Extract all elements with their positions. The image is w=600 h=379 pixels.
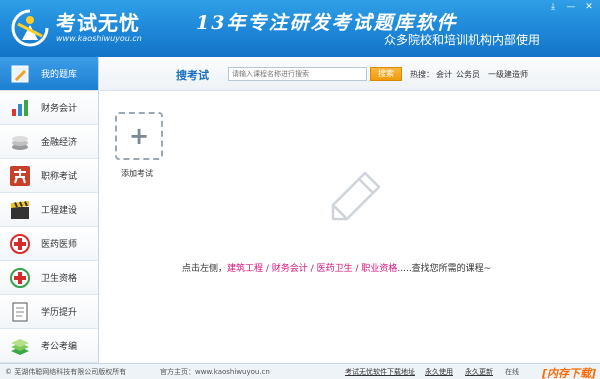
search-button[interactable]: 搜索 (370, 67, 402, 81)
sidebar-item-civil-service[interactable]: 考公考编 (0, 329, 98, 363)
sidebar-item-label: 医药医师 (41, 240, 78, 250)
official-site[interactable]: 官方主页：www.kaoshiwuyou.cn (160, 367, 270, 377)
hint-link-construction[interactable]: 建筑工程 (227, 264, 263, 274)
hint-suffix: .....查找您所需的课程~ (397, 264, 492, 274)
logo: 考试无忧 www.kaoshiwuyou.cn (8, 6, 142, 50)
sidebar-item-health[interactable]: 卫生资格 (0, 261, 98, 295)
hot-link-constructor[interactable]: 一级建造师 (488, 69, 528, 80)
coins-icon (7, 129, 33, 155)
download-icon[interactable]: ⤓ (548, 2, 558, 12)
sub-slogan: 众多院校和培训机构内部使用 (383, 33, 540, 47)
copyright-text: © 芜湖伟聪网络科技有限公司版权所有 (5, 368, 127, 376)
hot-link-civil-servant[interactable]: 公务员 (456, 69, 480, 80)
hint-prefix: 点击左侧， (182, 264, 228, 274)
plus-icon: + (128, 122, 150, 150)
sidebar-item-engineering[interactable]: 工程建设 (0, 193, 98, 227)
sidebar-item-label: 金融经济 (41, 138, 78, 148)
download-link[interactable]: 考试无忧软件下载地址 (345, 367, 415, 377)
logo-mark-icon (8, 6, 52, 50)
permanent-use-link[interactable]: 永久使用 (425, 367, 453, 377)
sidebar-item-label: 学历提升 (41, 308, 78, 318)
sidebar-item-title-exam[interactable]: 职称考试 (0, 159, 98, 193)
sidebar-item-label: 财务会计 (41, 104, 78, 114)
sidebar-item-accounting[interactable]: 财务会计 (0, 91, 98, 125)
hot-link-accounting[interactable]: 会计 (436, 69, 452, 80)
sidebar-item-label: 卫生资格 (41, 274, 78, 284)
kao-icon (7, 163, 33, 189)
search-input[interactable] (228, 67, 367, 81)
add-exam-label: 添加考试 (121, 169, 153, 178)
books-icon (7, 333, 33, 359)
hint-link-medicine[interactable]: 医药卫生 (317, 264, 353, 274)
medical-cross-icon (7, 231, 33, 257)
pen-icon (7, 61, 33, 87)
hint-link-accounting[interactable]: 财务会计 (272, 264, 308, 274)
sidebar: 我的题库 财务会计 金融经济 职称考试 工程建设 医药医师 卫生资格 学历提升 … (0, 57, 99, 363)
pencil-illustration-icon (331, 171, 381, 221)
sidebar-item-finance[interactable]: 金融经济 (0, 125, 98, 159)
add-exam-button[interactable]: + (115, 112, 163, 160)
app-url: www.kaoshiwuyou.cn (56, 34, 142, 43)
empty-hint: 点击左侧，建筑工程 / 财务会计 / 医药卫生 / 职业资格.....查找您所需… (182, 261, 491, 274)
permanent-update-link[interactable]: 永久更新 (465, 367, 493, 377)
sidebar-item-label: 工程建设 (41, 206, 78, 216)
hint-separator: / (263, 264, 272, 274)
sidebar-item-education[interactable]: 学历提升 (0, 295, 98, 329)
health-cross-icon (7, 265, 33, 291)
sidebar-item-label: 我的题库 (41, 70, 78, 80)
window-controls: ⤓ — ✕ (548, 2, 594, 12)
main-content: + 添加考试 点击左侧，建筑工程 / 财务会计 / 医药卫生 / 职业资格...… (100, 92, 600, 363)
minimize-icon[interactable]: — (566, 2, 576, 12)
clapper-icon (7, 197, 33, 223)
app-window: 考试无忧 www.kaoshiwuyou.cn 13年专注研发考试题库软件 众多… (0, 0, 600, 379)
sidebar-item-label: 考公考编 (41, 342, 78, 352)
search-label: 搜考试 (176, 69, 209, 82)
hint-link-qualification[interactable]: 职业资格 (361, 264, 397, 274)
bar-chart-icon (7, 95, 33, 121)
sidebar-item-my-bank[interactable]: 我的题库 (0, 57, 98, 91)
hint-separator: / (307, 264, 317, 274)
sidebar-item-label: 职称考试 (41, 172, 78, 182)
hot-search-label: 热搜： (410, 70, 434, 79)
status-bar: © 芜湖伟聪网络科技有限公司版权所有 官方主页：www.kaoshiwuyou.… (0, 363, 600, 379)
watermark: [内存下载] (541, 367, 596, 379)
sidebar-item-medicine[interactable]: 医药医师 (0, 227, 98, 261)
online-status: 在线 (505, 368, 519, 376)
app-title: 考试无忧 (56, 11, 140, 35)
close-icon[interactable]: ✕ (584, 2, 594, 12)
notepad-icon (7, 299, 33, 325)
header-bar: 考试无忧 www.kaoshiwuyou.cn 13年专注研发考试题库软件 众多… (0, 0, 600, 57)
search-bar: 搜考试 搜索 热搜： 会计 公务员 一级建造师 (100, 57, 600, 91)
